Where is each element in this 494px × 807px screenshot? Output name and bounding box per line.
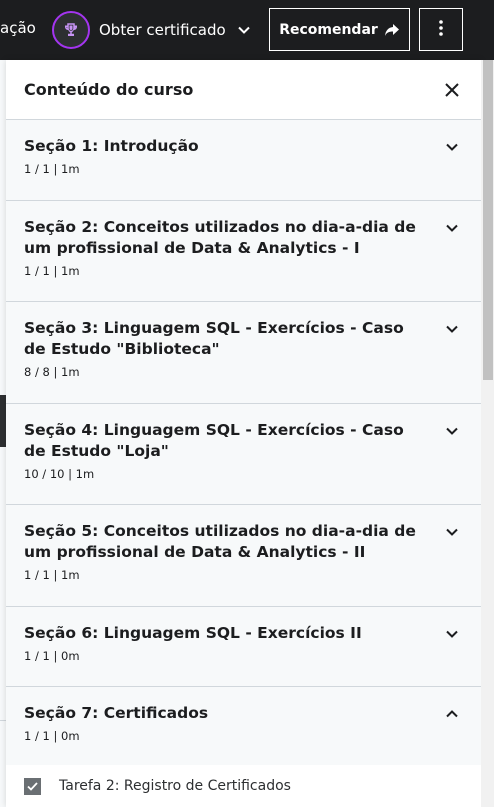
panel-header: Conteúdo do curso bbox=[6, 60, 481, 120]
trophy-icon bbox=[52, 11, 90, 49]
section-meta: 10 / 10 | 1m bbox=[24, 467, 95, 481]
close-icon[interactable] bbox=[441, 79, 463, 101]
more-vertical-icon bbox=[439, 20, 443, 39]
section-meta: 1 / 1 | 0m bbox=[24, 729, 80, 743]
truncated-nav-text: ação bbox=[0, 19, 36, 37]
section-meta: 1 / 1 | 0m bbox=[24, 649, 80, 663]
chevron-down-icon bbox=[237, 26, 250, 34]
chevron-down-icon bbox=[445, 525, 459, 539]
course-content-panel: Conteúdo do curso Seção 1: Introdução 1 … bbox=[6, 60, 481, 807]
section-title: Seção 6: Linguagem SQL - Exercícios II bbox=[24, 624, 362, 642]
section-2[interactable]: Seção 2: Conceitos utilizados no dia-a-d… bbox=[6, 201, 481, 302]
section-title: Seção 1: Introdução bbox=[24, 137, 199, 155]
more-options-button[interactable] bbox=[419, 8, 463, 51]
section-6[interactable]: Seção 6: Linguagem SQL - Exercícios II 1… bbox=[6, 607, 481, 687]
chevron-down-icon bbox=[445, 424, 459, 438]
check-icon bbox=[27, 781, 38, 791]
section-meta: 1 / 1 | 1m bbox=[24, 568, 80, 582]
section-meta: 1 / 1 | 1m bbox=[24, 162, 80, 176]
chevron-up-icon bbox=[445, 707, 459, 721]
section-title: Seção 5: Conceitos utilizados no dia-a-d… bbox=[24, 522, 416, 561]
chevron-down-icon bbox=[445, 221, 459, 235]
chevron-down-icon bbox=[445, 140, 459, 154]
top-bar: ação Obter certificado Recomendar bbox=[0, 0, 494, 60]
lecture-checkbox[interactable] bbox=[24, 777, 41, 795]
section-title: Seção 4: Linguagem SQL - Exercícios - Ca… bbox=[24, 421, 404, 460]
lecture-label: Tarefa 2: Registro de Certificados bbox=[59, 778, 291, 794]
panel-title: Conteúdo do curso bbox=[24, 80, 194, 99]
share-arrow-icon bbox=[384, 23, 400, 37]
section-5[interactable]: Seção 5: Conceitos utilizados no dia-a-d… bbox=[6, 505, 481, 607]
lecture-item[interactable]: Tarefa 2: Registro de Certificados bbox=[6, 765, 481, 807]
section-1[interactable]: Seção 1: Introdução 1 / 1 | 1m bbox=[6, 120, 481, 201]
recommend-button[interactable]: Recomendar bbox=[269, 8, 410, 51]
chevron-down-icon bbox=[445, 322, 459, 336]
get-certificate-label: Obter certificado bbox=[99, 21, 226, 39]
get-certificate-button[interactable]: Obter certificado bbox=[52, 9, 250, 51]
section-title: Seção 3: Linguagem SQL - Exercícios - Ca… bbox=[24, 319, 404, 358]
section-meta: 1 / 1 | 1m bbox=[24, 264, 80, 278]
section-title: Seção 2: Conceitos utilizados no dia-a-d… bbox=[24, 218, 416, 257]
section-title: Seção 7: Certificados bbox=[24, 704, 209, 722]
section-4[interactable]: Seção 4: Linguagem SQL - Exercícios - Ca… bbox=[6, 404, 481, 505]
section-3[interactable]: Seção 3: Linguagem SQL - Exercícios - Ca… bbox=[6, 302, 481, 404]
recommend-label: Recomendar bbox=[279, 21, 378, 38]
chevron-down-icon bbox=[445, 627, 459, 641]
scrollbar-thumb[interactable] bbox=[483, 60, 493, 380]
section-7[interactable]: Seção 7: Certificados 1 / 1 | 0m bbox=[6, 687, 481, 767]
section-meta: 8 / 8 | 1m bbox=[24, 365, 80, 379]
